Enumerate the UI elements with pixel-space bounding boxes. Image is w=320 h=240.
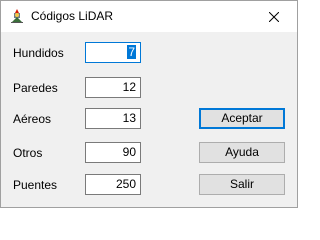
- puentes-value: 250: [115, 177, 136, 191]
- paredes-label: Paredes: [13, 81, 58, 95]
- codigos-lidar-dialog: Códigos LiDAR Hundidos 7 Paredes 12 Aére…: [0, 0, 298, 208]
- puentes-input[interactable]: 250: [85, 174, 141, 195]
- hundidos-input[interactable]: 7: [85, 42, 141, 63]
- puentes-label: Puentes: [13, 178, 58, 192]
- window-title: Códigos LiDAR: [31, 9, 114, 23]
- accept-button[interactable]: Aceptar: [199, 108, 285, 129]
- close-button[interactable]: [251, 1, 297, 32]
- help-button[interactable]: Ayuda: [199, 142, 285, 163]
- hundidos-label: Hundidos: [13, 46, 64, 60]
- close-icon: [269, 11, 279, 22]
- paredes-value: 12: [122, 80, 136, 94]
- exit-button[interactable]: Salir: [199, 174, 285, 195]
- otros-value: 90: [122, 145, 136, 159]
- otros-input[interactable]: 90: [85, 142, 141, 163]
- hundidos-value: 7: [127, 45, 136, 59]
- aereos-value: 13: [122, 111, 136, 125]
- aereos-label: Aéreos: [13, 112, 52, 126]
- otros-label: Otros: [13, 146, 43, 160]
- aereos-input[interactable]: 13: [85, 108, 141, 129]
- paredes-input[interactable]: 12: [85, 77, 141, 98]
- title-bar[interactable]: Códigos LiDAR: [1, 1, 297, 32]
- app-icon: [9, 8, 25, 24]
